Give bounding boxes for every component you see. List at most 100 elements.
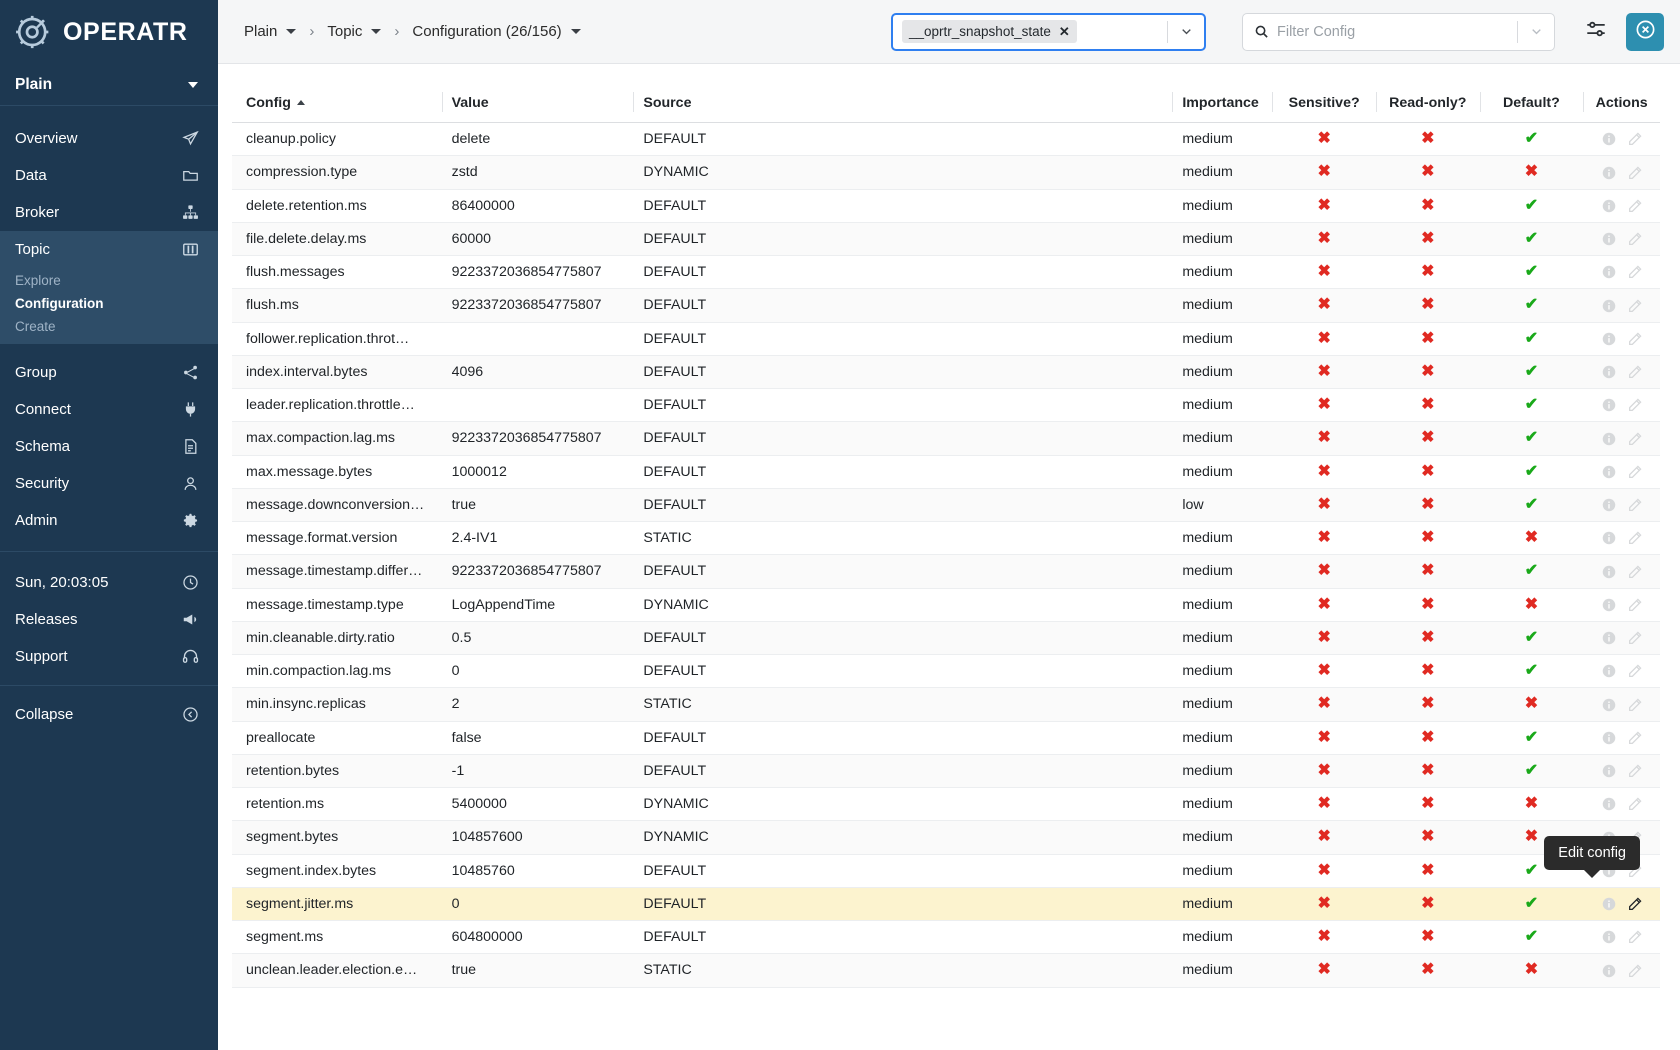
sidebar-item-topic[interactable]: Topic	[0, 231, 218, 268]
info-icon[interactable]	[1601, 663, 1617, 679]
table-row[interactable]: min.insync.replicas2STATICmedium✖✖✖	[232, 688, 1660, 721]
table-row[interactable]: compression.typezstdDYNAMICmedium✖✖✖	[232, 156, 1660, 189]
sidebar-item-security[interactable]: Security	[0, 465, 218, 502]
topic-select-caret[interactable]	[1168, 25, 1204, 38]
column-header-config[interactable]: Config	[232, 86, 442, 123]
table-row[interactable]: unclean.leader.election.e…trueSTATICmedi…	[232, 954, 1660, 987]
table-row[interactable]: preallocatefalseDEFAULTmedium✖✖✔	[232, 721, 1660, 754]
pencil-icon[interactable]	[1627, 264, 1643, 280]
sidebar-item-connect[interactable]: Connect	[0, 391, 218, 428]
table-row[interactable]: message.downconversion…trueDEFAULTlow✖✖✔	[232, 488, 1660, 521]
sidebar-subitem-explore[interactable]: Explore	[15, 269, 218, 292]
info-icon[interactable]	[1601, 763, 1617, 779]
info-icon[interactable]	[1601, 464, 1617, 480]
table-row[interactable]: flush.ms9223372036854775807DEFAULTmedium…	[232, 289, 1660, 322]
pencil-icon[interactable]	[1627, 697, 1643, 713]
table-row[interactable]: retention.ms5400000DYNAMICmedium✖✖✖	[232, 788, 1660, 821]
info-icon[interactable]	[1601, 896, 1617, 912]
pencil-icon[interactable]	[1627, 730, 1643, 746]
pencil-icon[interactable]	[1627, 796, 1643, 812]
sidebar-item-releases[interactable]: Releases	[0, 601, 218, 638]
sidebar-item-broker[interactable]: Broker	[0, 194, 218, 231]
cluster-selector[interactable]: Plain	[0, 64, 218, 106]
info-icon[interactable]	[1601, 530, 1617, 546]
pencil-icon[interactable]	[1627, 763, 1643, 779]
breadcrumb-item-configuration[interactable]: Configuration (26/156)	[412, 23, 580, 40]
table-row[interactable]: message.format.version2.4-IV1STATICmediu…	[232, 522, 1660, 555]
table-row[interactable]: segment.bytes104857600DYNAMICmedium✖✖✖	[232, 821, 1660, 854]
pencil-icon[interactable]	[1627, 298, 1643, 314]
pencil-icon[interactable]	[1627, 497, 1643, 513]
pencil-icon[interactable]	[1627, 397, 1643, 413]
pencil-icon[interactable]	[1627, 464, 1643, 480]
table-row[interactable]: flush.messages9223372036854775807DEFAULT…	[232, 256, 1660, 289]
column-header-sensitive[interactable]: Sensitive?	[1272, 86, 1376, 123]
table-row[interactable]: file.delete.delay.ms60000DEFAULTmedium✖✖…	[232, 222, 1660, 255]
pencil-icon[interactable]	[1627, 165, 1643, 181]
breadcrumb-item-cluster[interactable]: Plain	[244, 23, 296, 40]
info-icon[interactable]	[1601, 796, 1617, 812]
pencil-icon[interactable]	[1627, 963, 1643, 979]
pencil-icon[interactable]	[1627, 431, 1643, 447]
info-icon[interactable]	[1601, 564, 1617, 580]
search-input[interactable]	[1277, 24, 1517, 40]
filter-config-box[interactable]	[1242, 13, 1555, 51]
topic-select[interactable]: __oprtr_snapshot_state ✕	[891, 13, 1206, 51]
info-icon[interactable]	[1601, 165, 1617, 181]
table-row[interactable]: segment.index.bytes10485760DEFAULTmedium…	[232, 854, 1660, 887]
table-row[interactable]: min.cleanable.dirty.ratio0.5DEFAULTmediu…	[232, 621, 1660, 654]
breadcrumb-item-topic[interactable]: Topic	[327, 23, 381, 40]
pencil-icon[interactable]	[1627, 530, 1643, 546]
pencil-icon[interactable]	[1627, 896, 1643, 912]
info-icon[interactable]	[1601, 364, 1617, 380]
info-icon[interactable]	[1601, 730, 1617, 746]
column-header-value[interactable]: Value	[442, 86, 634, 123]
table-row[interactable]: delete.retention.ms86400000DEFAULTmedium…	[232, 189, 1660, 222]
sidebar-item-admin[interactable]: Admin	[0, 502, 218, 539]
column-header-source[interactable]: Source	[633, 86, 1172, 123]
info-icon[interactable]	[1601, 264, 1617, 280]
table-row[interactable]: follower.replication.throt…DEFAULTmedium…	[232, 322, 1660, 355]
pencil-icon[interactable]	[1627, 331, 1643, 347]
column-header-default[interactable]: Default?	[1480, 86, 1584, 123]
info-icon[interactable]	[1601, 397, 1617, 413]
info-icon[interactable]	[1601, 597, 1617, 613]
pencil-icon[interactable]	[1627, 198, 1643, 214]
sidebar-item-clock[interactable]: Sun, 20:03:05	[0, 564, 218, 601]
pencil-icon[interactable]	[1627, 597, 1643, 613]
table-row[interactable]: retention.bytes-1DEFAULTmedium✖✖✔	[232, 754, 1660, 787]
info-icon[interactable]	[1601, 431, 1617, 447]
pencil-icon[interactable]	[1627, 929, 1643, 945]
filter-caret[interactable]	[1518, 25, 1554, 38]
pencil-icon[interactable]	[1627, 630, 1643, 646]
sidebar-item-data[interactable]: Data	[0, 157, 218, 194]
close-icon[interactable]: ✕	[1059, 24, 1070, 40]
sidebar-collapse-button[interactable]: Collapse	[0, 696, 218, 733]
table-row[interactable]: segment.jitter.ms0DEFAULTmedium✖✖✔	[232, 887, 1660, 920]
sidebar-item-support[interactable]: Support	[0, 638, 218, 675]
pencil-icon[interactable]	[1627, 131, 1643, 147]
table-row[interactable]: min.compaction.lag.ms0DEFAULTmedium✖✖✔	[232, 655, 1660, 688]
info-icon[interactable]	[1601, 331, 1617, 347]
info-icon[interactable]	[1601, 198, 1617, 214]
table-row[interactable]: max.compaction.lag.ms9223372036854775807…	[232, 422, 1660, 455]
sidebar-subitem-create[interactable]: Create	[15, 315, 218, 338]
info-icon[interactable]	[1601, 929, 1617, 945]
sidebar-item-overview[interactable]: Overview	[0, 120, 218, 157]
table-settings-button[interactable]	[1577, 13, 1615, 51]
info-icon[interactable]	[1601, 963, 1617, 979]
clear-filters-button[interactable]	[1626, 13, 1664, 51]
sidebar-subitem-configuration[interactable]: Configuration	[15, 292, 218, 315]
pencil-icon[interactable]	[1627, 663, 1643, 679]
info-icon[interactable]	[1601, 298, 1617, 314]
pencil-icon[interactable]	[1627, 564, 1643, 580]
info-icon[interactable]	[1601, 630, 1617, 646]
pencil-icon[interactable]	[1627, 231, 1643, 247]
table-row[interactable]: index.interval.bytes4096DEFAULTmedium✖✖✔	[232, 355, 1660, 388]
table-row[interactable]: message.timestamp.differ…922337203685477…	[232, 555, 1660, 588]
table-row[interactable]: segment.ms604800000DEFAULTmedium✖✖✔	[232, 921, 1660, 954]
column-header-importance[interactable]: Importance	[1172, 86, 1272, 123]
info-icon[interactable]	[1601, 497, 1617, 513]
table-row[interactable]: max.message.bytes1000012DEFAULTmedium✖✖✔	[232, 455, 1660, 488]
column-header-readonly[interactable]: Read-only?	[1376, 86, 1480, 123]
